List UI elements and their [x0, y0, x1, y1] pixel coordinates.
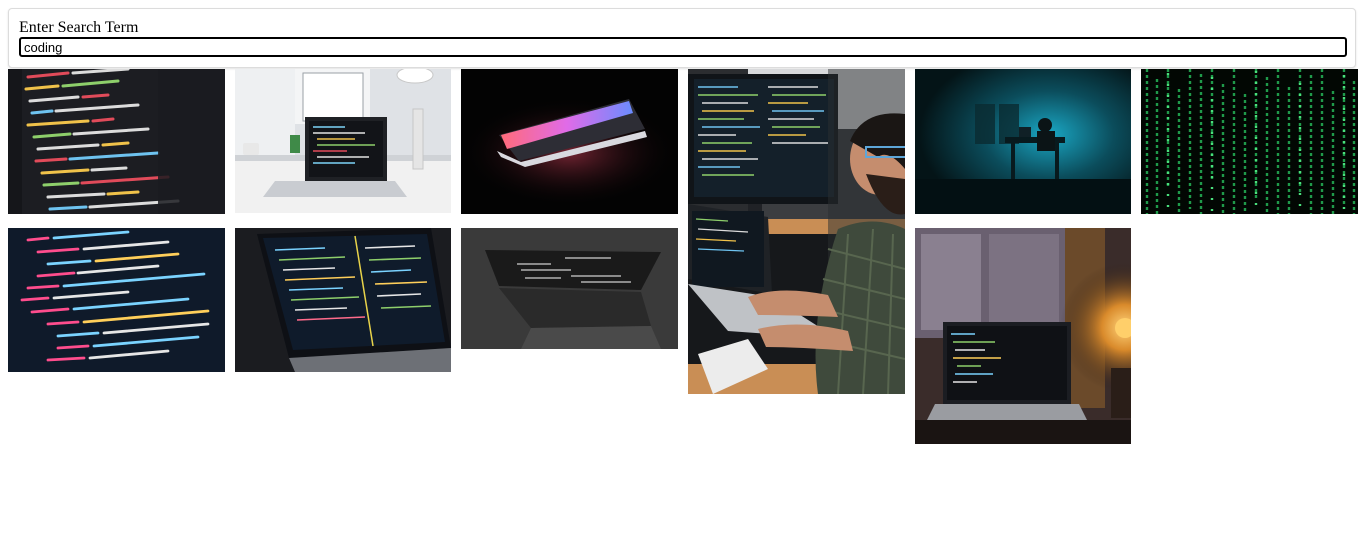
html-svg-code-image[interactable] — [8, 228, 225, 372]
search-panel: Enter Search Term — [8, 8, 1356, 68]
hacker-dark-room-image[interactable] — [915, 69, 1131, 214]
matrix-green-code-image[interactable] — [1141, 69, 1358, 214]
laptop-on-desk-image[interactable] — [235, 69, 451, 213]
code-editor-closeup-image[interactable] — [8, 69, 225, 214]
glowing-laptop-dark-image[interactable] — [461, 69, 678, 214]
laptop-by-window-lamp-image[interactable] — [915, 228, 1131, 444]
search-label: Enter Search Term — [19, 19, 139, 36]
monochrome-laptop-image[interactable] — [461, 228, 678, 349]
search-input[interactable] — [19, 37, 1347, 57]
laptop-code-dark-image[interactable] — [235, 228, 451, 372]
developer-at-monitors-image[interactable] — [688, 69, 905, 394]
